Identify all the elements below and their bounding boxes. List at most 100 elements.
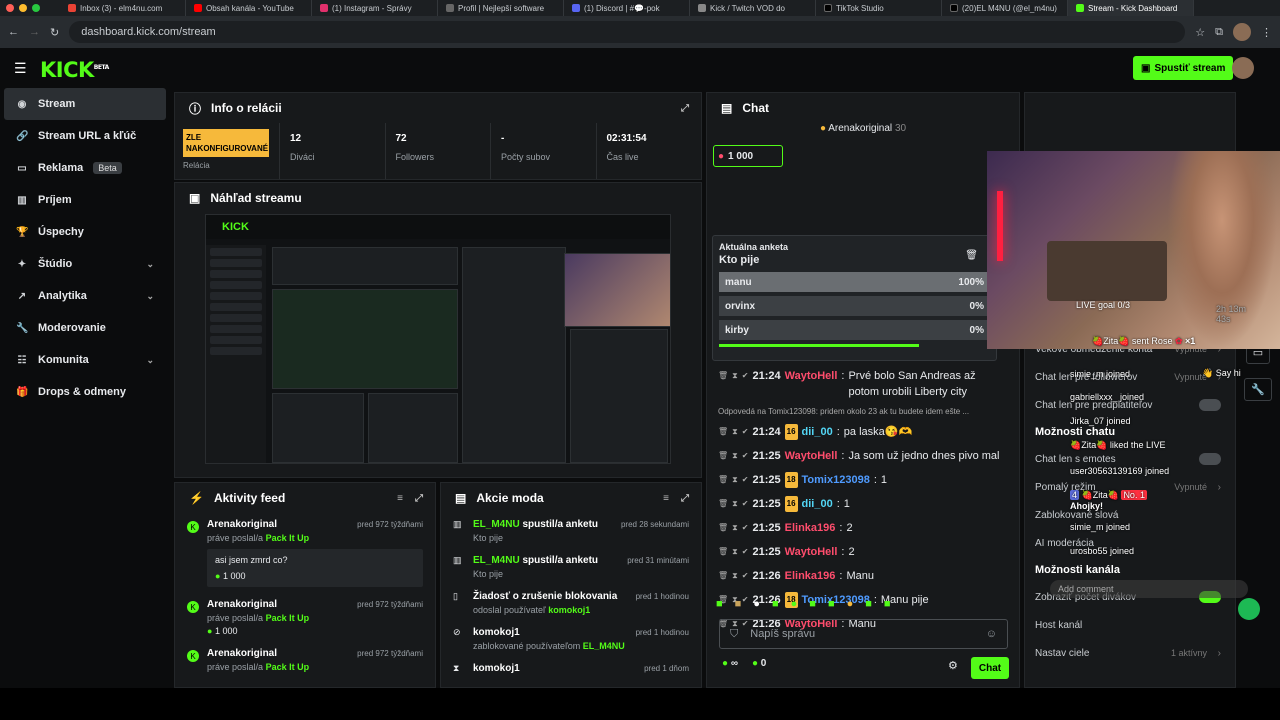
delete-icon[interactable]: 🗑 (718, 424, 728, 440)
sidebar-item-reklama[interactable]: ▭ Reklama Beta (0, 152, 170, 184)
back-icon[interactable]: ← (8, 26, 19, 38)
address-bar[interactable]: dashboard.kick.com/stream (69, 21, 1186, 43)
message-user[interactable]: WaytoHell (785, 448, 838, 464)
expand-icon[interactable]: ⤢ (681, 103, 689, 114)
profile-avatar[interactable] (1233, 23, 1251, 41)
delete-icon[interactable]: 🗑 (718, 368, 728, 384)
sidebar-item-studio[interactable]: ✦ Štúdio ⌄ (0, 248, 170, 280)
filter-icon[interactable]: ≡ (663, 493, 669, 504)
sidebar-item-analytika[interactable]: ↗ Analytika ⌄ (0, 280, 170, 312)
emote-icon[interactable]: ● (791, 598, 798, 616)
check-icon[interactable]: ✔ (742, 544, 749, 560)
misconfigured-badge[interactable]: ZLE NAKONFIGUROVANÉ (183, 129, 269, 157)
message-user[interactable]: dii_00 (802, 496, 833, 512)
infinity-icon[interactable]: ● ∞ (722, 658, 738, 669)
say-hi-button[interactable]: 👋 Say hi (1202, 368, 1241, 379)
check-icon[interactable]: ✔ (742, 424, 749, 440)
maximize-window-icon[interactable] (32, 4, 40, 12)
delete-icon[interactable]: 🗑 (718, 496, 728, 512)
delete-icon[interactable]: 🗑 (718, 520, 728, 536)
pinned-count: 30 (894, 123, 907, 134)
browser-tab[interactable]: Inbox (3) - elm4nu.com (60, 0, 186, 16)
emote-icon[interactable]: ■ (772, 598, 779, 616)
filter-icon[interactable]: ≡ (397, 493, 403, 504)
timeout-icon[interactable]: ⧗ (732, 472, 738, 488)
sidebar-item-drops[interactable]: 🎁 Drops & odmeny (0, 376, 170, 408)
activity-text: práve poslal/a (207, 662, 264, 672)
browser-tab[interactable]: TikTok Studio (816, 0, 942, 16)
expand-icon[interactable]: ⤢ (415, 493, 423, 504)
sidebar-item-prijem[interactable]: ▥ Príjem (0, 184, 170, 216)
emote-icon[interactable]: ● (847, 598, 854, 616)
reload-icon[interactable]: ↻ (50, 26, 59, 39)
emote-icon[interactable]: ■ (735, 598, 742, 616)
browser-tab[interactable]: Obsah kanála - YouTube (186, 0, 312, 16)
close-window-icon[interactable] (6, 4, 14, 12)
check-icon[interactable]: ✔ (742, 496, 749, 512)
timeout-icon[interactable]: ⧗ (732, 496, 738, 512)
emote-icon[interactable]: ■ (884, 598, 891, 616)
emote-icon[interactable]: ■ (809, 598, 816, 616)
logo-beta: BETA (93, 64, 109, 71)
message-user[interactable]: dii_00 (802, 424, 833, 440)
delete-icon[interactable]: 🗑 (718, 472, 728, 488)
browser-tab[interactable]: (1) Instagram - Správy (312, 0, 438, 16)
timeout-icon[interactable]: ⧗ (732, 368, 738, 384)
sidebar-item-moderovanie[interactable]: 🔧 Moderovanie (0, 312, 170, 344)
bookmark-star-icon[interactable]: ☆ (1195, 26, 1205, 39)
expand-icon[interactable]: ⤢ (681, 493, 689, 504)
emote-icon[interactable]: ● (753, 598, 760, 616)
delete-icon[interactable]: 🗑 (718, 448, 728, 464)
settings-gear-icon[interactable]: ⚙ (948, 659, 958, 672)
message-user[interactable]: WaytoHell (785, 368, 838, 384)
sidebar-item-uspechy[interactable]: 🏆 Úspechy (0, 216, 170, 248)
emote-icon[interactable]: ■ (828, 598, 835, 616)
timeout-icon[interactable]: ⧗ (732, 544, 738, 560)
trash-icon[interactable]: 🗑 (965, 250, 978, 261)
emoji-icon[interactable]: ☺ (986, 628, 997, 640)
gift-text: sent Rose (1131, 336, 1173, 346)
browser-tab[interactable]: Kick / Twitch VOD do (690, 0, 816, 16)
user-avatar[interactable] (1232, 57, 1254, 79)
message-user[interactable]: Elinka196 (785, 568, 836, 584)
browser-tab[interactable]: (20)EL M4NU (@el_m4nu) (942, 0, 1068, 16)
stream-preview-image[interactable]: KICK (205, 214, 671, 464)
hamburger-menu-icon[interactable]: ☰ (14, 60, 27, 77)
sidebar-item-komunita[interactable]: ☷ Komunita ⌄ (0, 344, 170, 376)
timeout-icon[interactable]: ⧗ (732, 520, 738, 536)
browser-tab[interactable]: (1) Discord | #💬-pok (564, 0, 690, 16)
timeout-icon[interactable]: ⧗ (732, 424, 738, 440)
emote-icon[interactable]: ■ (716, 598, 723, 616)
forward-icon[interactable]: → (29, 26, 40, 38)
sidebar-item-stream-url[interactable]: 🔗 Stream URL a kľúč (0, 120, 170, 152)
check-icon[interactable]: ✔ (742, 448, 749, 464)
emote-icon[interactable]: ■ (865, 598, 872, 616)
message-user[interactable]: Tomix123098 (802, 472, 870, 488)
sidebar-item-stream[interactable]: ◉ Stream (4, 88, 166, 120)
extensions-icon[interactable]: ⧉ (1215, 26, 1223, 39)
minimize-window-icon[interactable] (19, 4, 27, 12)
message-user[interactable]: Elinka196 (785, 520, 836, 536)
delete-icon[interactable]: 🗑 (718, 568, 728, 584)
message-user[interactable]: WaytoHell (785, 544, 838, 560)
activity-item-name: Pack It Up (265, 533, 310, 543)
send-chat-button[interactable]: Chat (971, 657, 1009, 679)
kick-logo[interactable]: KICKBETA (40, 58, 109, 82)
tiktok-live-icon[interactable] (1238, 598, 1260, 620)
check-icon[interactable]: ✔ (742, 368, 749, 384)
browser-tab[interactable]: Profil | Nejlepší software (438, 0, 564, 16)
kicks-counter[interactable]: ● 1 000 (713, 145, 783, 167)
chat-input[interactable]: ⛉ Napíš správu ☺ (719, 619, 1008, 649)
timeout-icon[interactable]: ⧗ (732, 448, 738, 464)
browser-menu-icon[interactable]: ⋮ (1261, 26, 1272, 39)
check-icon[interactable]: ✔ (742, 568, 749, 584)
check-icon[interactable]: ✔ (742, 520, 749, 536)
add-comment-input[interactable]: Add comment (1050, 580, 1248, 598)
points-counter[interactable]: ● 0 (752, 658, 766, 669)
browser-tab-active[interactable]: Stream - Kick Dashboard (1068, 0, 1194, 16)
message-text: 2 (848, 546, 855, 558)
delete-icon[interactable]: 🗑 (718, 544, 728, 560)
check-icon[interactable]: ✔ (742, 472, 749, 488)
timeout-icon[interactable]: ⧗ (732, 568, 738, 584)
start-stream-button[interactable]: ▣ Spustiť stream (1133, 56, 1234, 80)
